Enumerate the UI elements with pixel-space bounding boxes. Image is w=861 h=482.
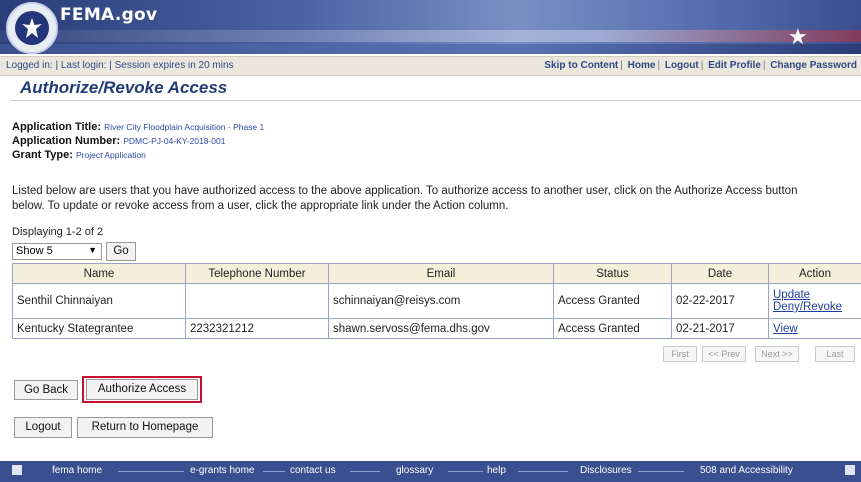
column-header-status: Status xyxy=(553,263,672,284)
logout-link[interactable]: Logout xyxy=(665,60,699,71)
update-link[interactable]: Update xyxy=(773,289,810,301)
pager-last-button[interactable]: Last xyxy=(815,346,855,362)
user-name-cell: Kentucky Stategrantee xyxy=(12,318,186,339)
footer-divider xyxy=(263,471,285,472)
pager-prev-button[interactable]: << Prev xyxy=(702,346,746,362)
star-icon: ★ xyxy=(788,24,808,49)
telephone-cell xyxy=(185,283,329,319)
footer-divider xyxy=(638,471,684,472)
column-header-date: Date xyxy=(671,263,769,284)
home-link[interactable]: Home xyxy=(628,60,656,71)
application-title-label: Application Title: xyxy=(12,121,102,133)
view-link[interactable]: View xyxy=(773,323,798,335)
column-header-action: Action xyxy=(768,263,861,284)
dropdown-arrow-icon: ▼ xyxy=(88,245,97,255)
pager-first-button[interactable]: First xyxy=(663,346,697,362)
page-size-value: Show 5 xyxy=(16,245,53,257)
footer-link-glossary[interactable]: glossary xyxy=(396,465,433,476)
displaying-count: Displaying 1-2 of 2 xyxy=(12,226,104,238)
page-size-select[interactable]: Show 5 ▼ xyxy=(12,243,102,260)
pager-next-button[interactable]: Next >> xyxy=(755,346,799,362)
footer-link-egrants-home[interactable]: e-grants home xyxy=(190,465,254,476)
footer-square-icon xyxy=(12,465,22,475)
grant-type-row: Grant Type: Project Application xyxy=(12,149,146,161)
email-cell: shawn.servoss@fema.dhs.gov xyxy=(328,318,554,339)
top-utility-bar: Logged in: | Last login: | Session expir… xyxy=(0,56,861,76)
return-to-homepage-button[interactable]: Return to Homepage xyxy=(77,417,213,438)
go-button[interactable]: Go xyxy=(106,242,136,261)
user-name-cell: Senthil Chinnaiyan xyxy=(12,283,186,319)
header-stripe xyxy=(0,30,861,42)
application-title-value: River City Floodplain Acquisition - Phas… xyxy=(104,122,265,132)
dhs-seal-icon[interactable] xyxy=(6,2,58,54)
application-number-label: Application Number: xyxy=(12,135,121,147)
site-logo-text[interactable]: FEMA.gov xyxy=(60,5,157,25)
action-cell: Update Deny/Revoke xyxy=(768,283,861,319)
logout-button[interactable]: Logout xyxy=(14,417,72,438)
site-footer: fema home e-grants home contact us gloss… xyxy=(0,461,861,482)
footer-divider xyxy=(118,471,184,472)
footer-link-disclosures[interactable]: Disclosures xyxy=(580,465,632,476)
column-header-name: Name xyxy=(12,263,186,284)
grant-type-value: Project Application xyxy=(75,150,146,160)
column-header-telephone: Telephone Number xyxy=(185,263,329,284)
footer-divider xyxy=(448,471,483,472)
status-cell: Access Granted xyxy=(553,283,672,319)
edit-profile-link[interactable]: Edit Profile xyxy=(708,60,761,71)
table-row: Kentucky Stategrantee 2232321212 shawn.s… xyxy=(12,318,861,339)
page-title: Authorize/Revoke Access xyxy=(20,78,228,97)
skip-to-content-link[interactable]: Skip to Content xyxy=(544,60,618,71)
action-cell: View xyxy=(768,318,861,339)
header-stripe-lower xyxy=(0,44,861,54)
session-info: Logged in: | Last login: | Session expir… xyxy=(6,60,234,71)
go-back-button[interactable]: Go Back xyxy=(14,380,78,400)
authorized-users-table: Name Telephone Number Email Status Date … xyxy=(12,263,861,339)
date-cell: 02-22-2017 xyxy=(671,283,769,319)
instructions-text: Listed below are users that you have aut… xyxy=(12,185,798,212)
status-cell: Access Granted xyxy=(553,318,672,339)
table-row: Senthil Chinnaiyan schinnaiyan@reisys.co… xyxy=(12,283,861,319)
footer-divider xyxy=(518,471,568,472)
footer-square-icon xyxy=(845,465,855,475)
footer-link-accessibility[interactable]: 508 and Accessibility xyxy=(700,465,793,476)
application-number-row: Application Number: PDMC-PJ-04-KY-2018-0… xyxy=(12,135,225,147)
column-header-email: Email xyxy=(328,263,554,284)
title-divider xyxy=(10,100,861,101)
date-cell: 02-21-2017 xyxy=(671,318,769,339)
authorize-access-highlight xyxy=(82,376,202,403)
telephone-cell: 2232321212 xyxy=(185,318,329,339)
top-links: Skip to Content | Home | Logout | Edit Prof… xyxy=(544,60,857,71)
site-header: FEMA.gov ★ xyxy=(0,0,861,54)
application-title-row: Application Title: River City Floodplain… xyxy=(12,121,264,133)
footer-link-contact-us[interactable]: contact us xyxy=(290,465,336,476)
change-password-link[interactable]: Change Password xyxy=(770,60,857,71)
application-number-value: PDMC-PJ-04-KY-2018-001 xyxy=(123,136,226,146)
footer-link-help[interactable]: help xyxy=(487,465,506,476)
footer-link-fema-home[interactable]: fema home xyxy=(52,465,102,476)
deny-revoke-link[interactable]: Deny/Revoke xyxy=(773,301,842,313)
grant-type-label: Grant Type: xyxy=(12,149,73,161)
email-cell: schinnaiyan@reisys.com xyxy=(328,283,554,319)
footer-divider xyxy=(350,471,380,472)
